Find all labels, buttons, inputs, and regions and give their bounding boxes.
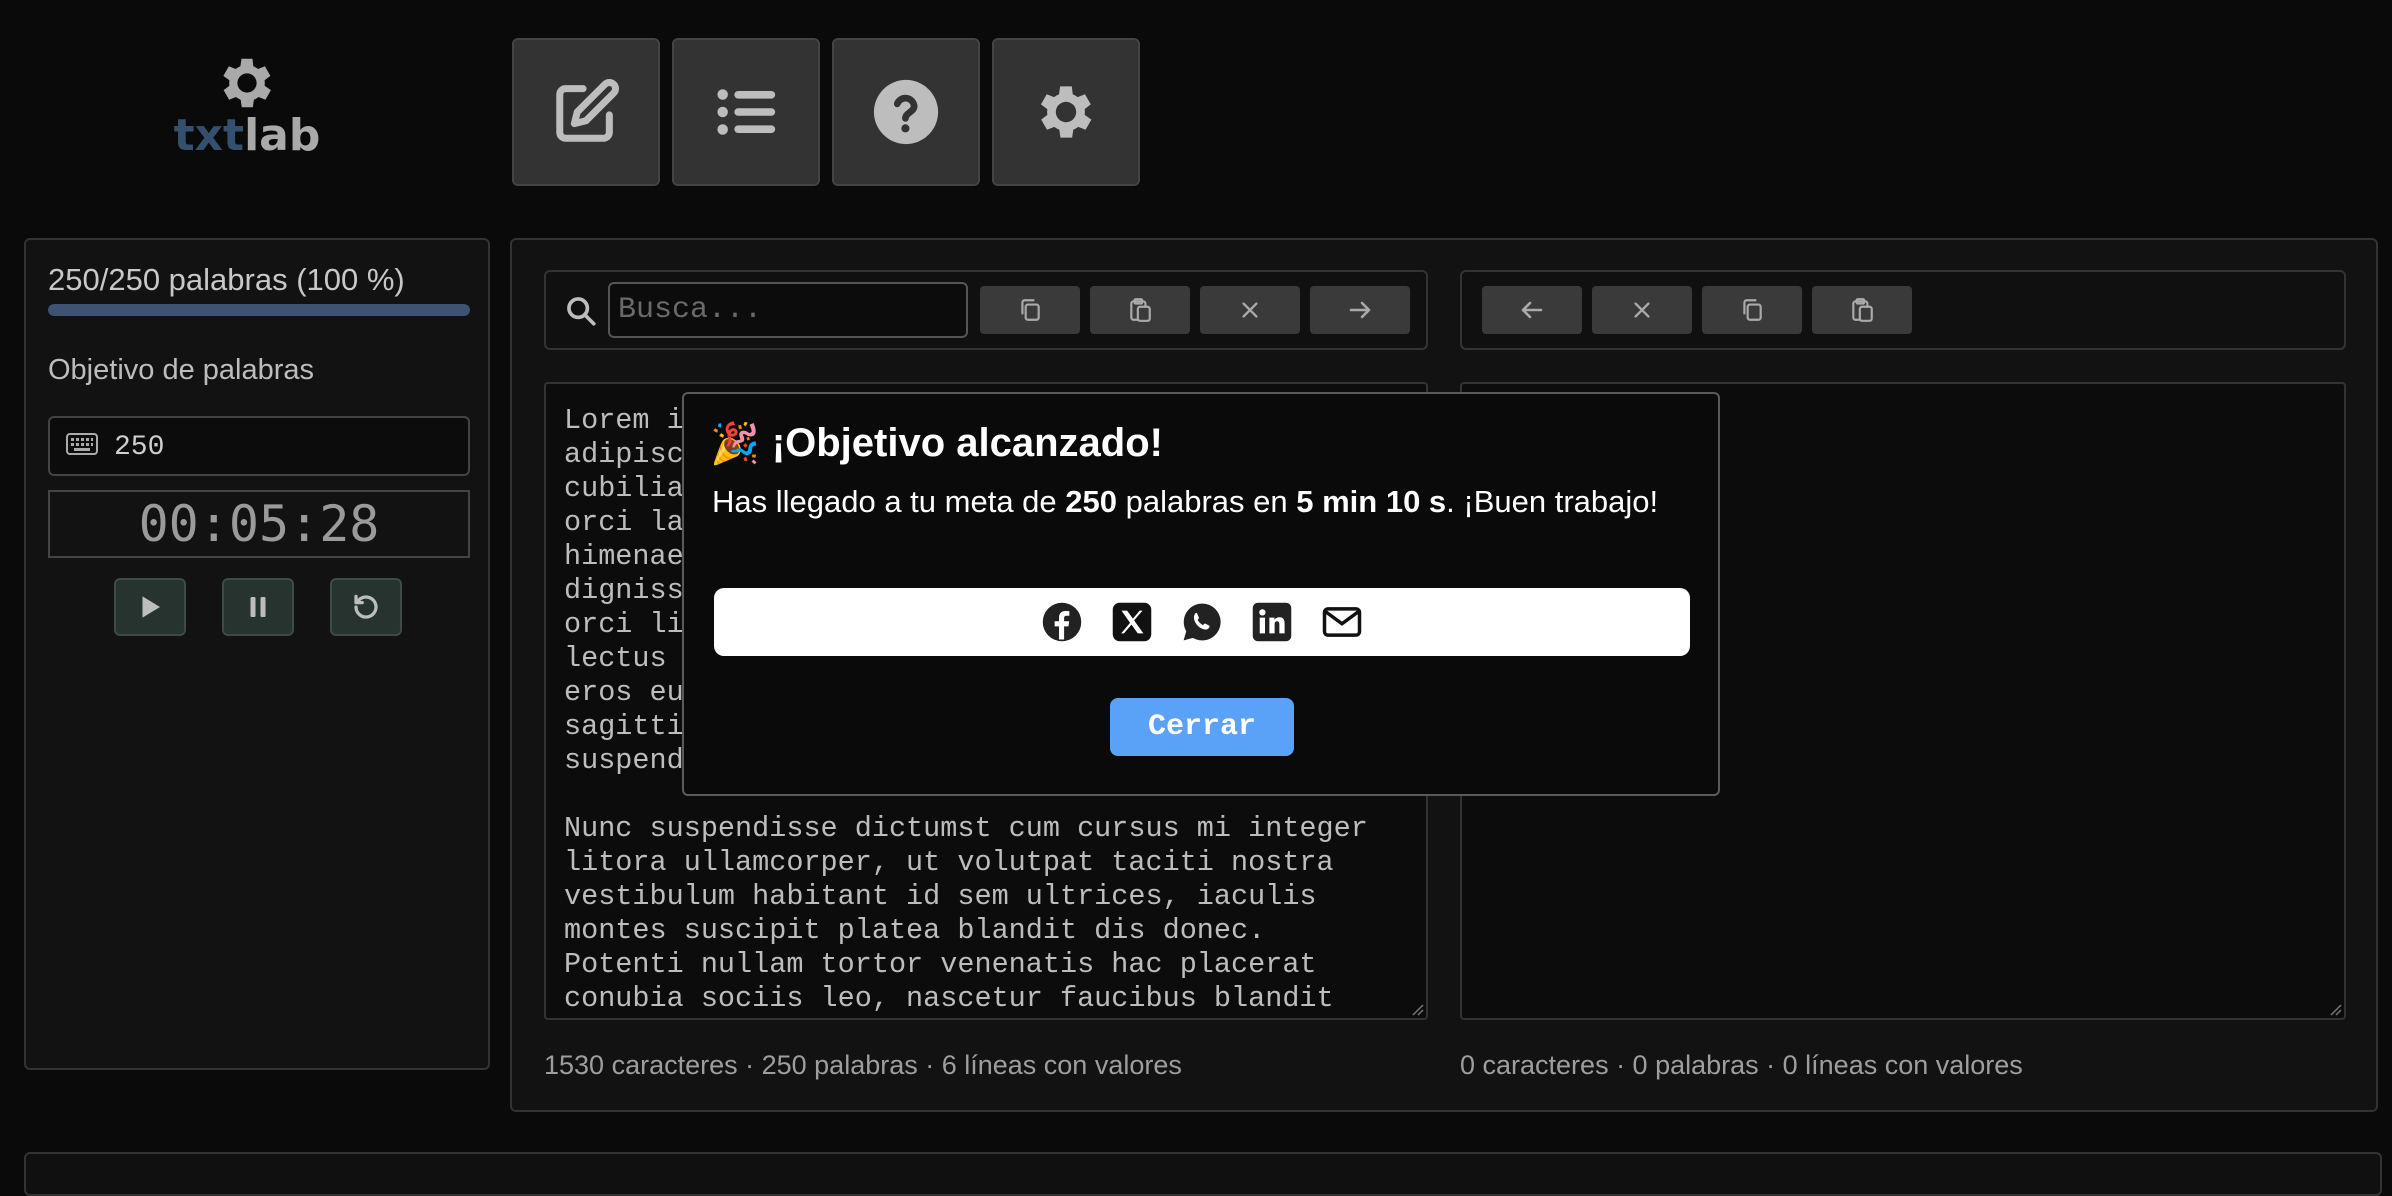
- gear-icon: [214, 50, 280, 116]
- share-bar: [714, 588, 1690, 656]
- logo[interactable]: txtlab: [166, 50, 328, 160]
- footer-panel: [24, 1152, 2382, 1196]
- nav-list-button[interactable]: [672, 38, 820, 186]
- goal-label: Objetivo de palabras: [48, 354, 314, 386]
- x-icon[interactable]: [1111, 601, 1153, 643]
- clear-right-button[interactable]: [1592, 286, 1692, 334]
- email-icon[interactable]: [1321, 601, 1363, 643]
- modal-elapsed-time: 5 min 10 s: [1296, 484, 1447, 519]
- timer-play-button[interactable]: [114, 578, 186, 636]
- search-icon: [564, 294, 598, 328]
- output-stats: 0 caracteres · 0 palabras · 0 líneas con…: [1460, 1050, 2023, 1080]
- nav-edit-button[interactable]: [512, 38, 660, 186]
- arrow-right-icon: [1349, 301, 1371, 319]
- reset-icon: [354, 594, 378, 619]
- close-modal-button[interactable]: Cerrar: [1110, 698, 1294, 756]
- clear-button[interactable]: [1200, 286, 1300, 334]
- paste-icon: [1852, 298, 1873, 322]
- timer-pause-button[interactable]: [222, 578, 294, 636]
- left-toolbar: [544, 270, 1428, 350]
- goal-field[interactable]: [48, 416, 470, 476]
- paste-button[interactable]: [1090, 286, 1190, 334]
- modal-message-text: Has llegado a tu meta de: [712, 484, 1066, 519]
- modal-message-text: . ¡Buen trabajo!: [1446, 484, 1659, 519]
- send-left-button[interactable]: [1482, 286, 1582, 334]
- paste-icon: [1130, 298, 1151, 322]
- settings-icon: [1040, 86, 1092, 138]
- list-icon: [717, 89, 776, 135]
- logo-text-secondary: lab: [244, 110, 321, 161]
- arrow-left-icon: [1521, 301, 1543, 319]
- send-right-button[interactable]: [1310, 286, 1410, 334]
- logo-text: txtlab: [166, 112, 328, 160]
- nav-settings-button[interactable]: [992, 38, 1140, 186]
- whatsapp-icon[interactable]: [1181, 601, 1223, 643]
- party-popper-icon: 🎉: [710, 422, 760, 466]
- keyboard-icon: [66, 432, 98, 456]
- copy-icon: [1021, 299, 1040, 321]
- progress-bar-fill: [48, 304, 470, 316]
- goal-input[interactable]: [112, 426, 456, 468]
- timer-reset-button[interactable]: [330, 578, 402, 636]
- goal-reached-modal: 🎉 ¡Objetivo alcanzado! Has llegado a tu …: [682, 392, 1720, 796]
- play-icon: [142, 596, 160, 618]
- modal-word-count: 250: [1065, 484, 1118, 519]
- clear-icon: [1242, 302, 1258, 318]
- copy-icon: [1743, 299, 1762, 321]
- modal-message-text: palabras en: [1117, 484, 1297, 519]
- progress-bar: [48, 304, 470, 316]
- clear-icon: [1634, 302, 1650, 318]
- resize-handle-icon[interactable]: [1410, 1002, 1424, 1016]
- input-text-paragraph-2: Nunc suspendisse dictumst cum cursus mi …: [564, 812, 1368, 1015]
- resize-handle-icon[interactable]: [2328, 1002, 2342, 1016]
- input-stats: 1530 caracteres · 250 palabras · 6 línea…: [544, 1050, 1182, 1080]
- modal-title-text: ¡Objetivo alcanzado!: [771, 421, 1163, 465]
- paste-right-button[interactable]: [1812, 286, 1912, 334]
- facebook-icon[interactable]: [1041, 601, 1083, 643]
- right-toolbar: [1460, 270, 2346, 350]
- help-icon: [873, 79, 939, 145]
- goal-panel: 250/250 palabras (100 %) Objetivo de pal…: [24, 238, 490, 1070]
- copy-right-button[interactable]: [1702, 286, 1802, 334]
- copy-button[interactable]: [980, 286, 1080, 334]
- search-input[interactable]: [608, 282, 968, 338]
- linkedin-icon[interactable]: [1251, 601, 1293, 643]
- modal-message: Has llegado a tu meta de 250 palabras en…: [712, 482, 1672, 522]
- progress-text: 250/250 palabras (100 %): [48, 262, 405, 297]
- logo-text-primary: txt: [173, 110, 245, 161]
- modal-title: 🎉 ¡Objetivo alcanzado!: [710, 420, 1163, 467]
- edit-icon: [556, 79, 619, 142]
- timer-display: 00:05:28: [48, 490, 470, 558]
- nav-help-button[interactable]: [832, 38, 980, 186]
- pause-icon: [250, 597, 266, 617]
